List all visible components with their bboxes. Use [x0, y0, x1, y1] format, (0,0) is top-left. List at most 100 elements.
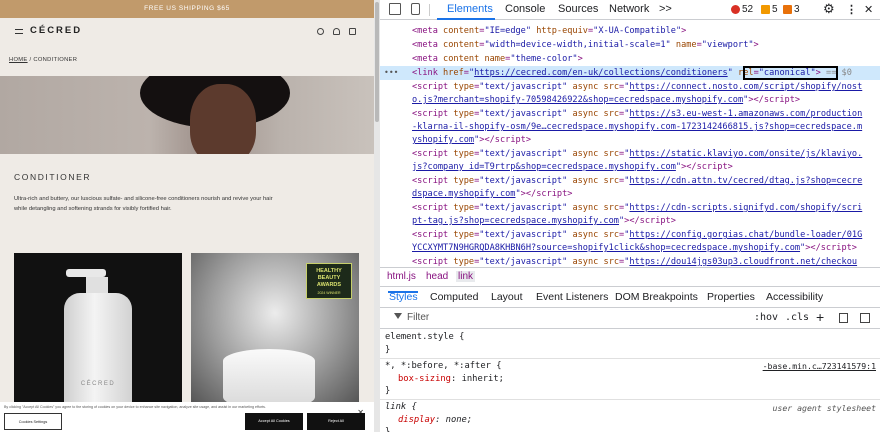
styles-pane[interactable]: element.style { } *, *:before, *:after {… — [380, 330, 880, 432]
collection-description: Ultra-rich and buttery, our luscious sul… — [14, 196, 273, 212]
rule-divider — [380, 399, 880, 400]
devtools-tabbar: Elements Console Sources Network >> 52 5… — [380, 0, 880, 20]
node-ellipsis-icon[interactable]: ••• — [384, 68, 398, 77]
header-icons — [317, 28, 356, 35]
dom-line[interactable]: YCCXYMT7N9HGRQDA8KHBN6H?source=shopify1c… — [412, 243, 857, 253]
breadcrumb-link[interactable]: link — [456, 271, 476, 282]
warning-badge[interactable]: 5 — [761, 4, 778, 15]
rule-universal-selector[interactable]: *, *:before, *:after { — [385, 361, 502, 371]
annotation-highlight-box — [743, 66, 838, 80]
dom-line[interactable]: <script type="text/javascript" async src… — [412, 203, 862, 213]
dom-line[interactable]: <script type="text/javascript" async src… — [412, 149, 862, 159]
more-tabs-button[interactable]: >> — [659, 3, 672, 15]
tab-computed[interactable]: Computed — [430, 291, 478, 303]
cookie-banner: By clicking "Accept All Cookies" you agr… — [0, 402, 374, 432]
tab-properties[interactable]: Properties — [707, 291, 755, 303]
elements-tree[interactable]: ••• <meta content="IE=edge" http-equiv="… — [380, 21, 880, 267]
dom-line[interactable]: <meta content="width=device-width,initia… — [412, 40, 759, 50]
site-logo[interactable]: CÉCRED — [30, 25, 82, 36]
breadcrumb-html[interactable]: html.js — [387, 271, 416, 282]
issues-icon — [783, 5, 792, 14]
dom-line[interactable]: <meta content name="theme-color"> — [412, 54, 583, 64]
hero-image — [0, 76, 374, 154]
site-header: CÉCRED — [0, 22, 374, 42]
close-devtools-icon[interactable]: ✕ — [864, 3, 873, 16]
breadcrumb-current: CONDITIONER — [33, 57, 78, 63]
product-card-image-2[interactable]: HEALTHY BEAUTY AWARDS 2024 WINNER — [191, 253, 359, 403]
rule-close: } — [385, 427, 391, 432]
cart-icon[interactable] — [349, 28, 356, 35]
user-agent-label: user agent stylesheet — [772, 403, 876, 413]
breadcrumb-head[interactable]: head — [426, 271, 448, 282]
warning-count: 5 — [772, 4, 778, 15]
award-line-1: HEALTHY — [316, 268, 342, 274]
cls-toggle[interactable]: .cls — [785, 312, 809, 323]
issues-badge[interactable]: 3 — [783, 4, 800, 15]
scrollbar-thumb[interactable] — [375, 2, 379, 122]
dom-line[interactable]: -klarna-il-shopify-osm/9e…cecredspace.my… — [412, 122, 862, 132]
warning-icon — [761, 5, 770, 14]
settings-gear-icon[interactable]: ⚙ — [823, 1, 835, 17]
dom-line[interactable]: pt-tag.js?shop=cecredspace.myshopify.com… — [412, 216, 676, 226]
error-badge[interactable]: 52 — [731, 4, 753, 15]
declaration-property: display — [398, 415, 436, 425]
tab-network[interactable]: Network — [609, 3, 649, 15]
dom-line[interactable]: <script type="text/javascript" async src… — [412, 82, 862, 92]
website-preview: FREE US SHIPPING $65 CÉCRED HOME / CONDI… — [0, 0, 374, 432]
rule-declaration: display: none; — [398, 415, 473, 425]
devtools-panel: Elements Console Sources Network >> 52 5… — [380, 0, 880, 432]
search-icon[interactable] — [317, 28, 324, 35]
tab-console[interactable]: Console — [505, 3, 545, 15]
hov-toggle[interactable]: :hov — [754, 312, 778, 323]
tabbar-divider — [429, 4, 430, 16]
new-rule-icon[interactable]: + — [816, 309, 824, 325]
active-subtab-indicator — [388, 291, 418, 293]
award-year: 2024 WINNER — [317, 291, 341, 295]
reject-cookies-button[interactable]: Reject All — [307, 413, 365, 430]
rule-declaration[interactable]: box-sizing: inherit; — [398, 374, 504, 384]
product-card-image-1[interactable]: CÉCRED — [14, 253, 182, 403]
dom-line[interactable]: o.js?merchant=shopify-70598426922&shop=c… — [412, 95, 800, 105]
accept-cookies-button[interactable]: Accept All Cookies — [245, 413, 303, 430]
dom-line[interactable]: <script type="text/javascript" async src… — [412, 230, 862, 240]
jar-shape — [223, 349, 315, 403]
filter-input[interactable]: Filter — [407, 312, 429, 323]
rule-source-link[interactable]: -base.min.c…723141579:1 — [763, 361, 876, 371]
rule-element-style[interactable]: element.style { — [385, 332, 464, 342]
tab-sources[interactable]: Sources — [558, 3, 598, 15]
menu-icon[interactable] — [15, 29, 23, 34]
rule-close: } — [385, 386, 391, 396]
tab-accessibility[interactable]: Accessibility — [766, 291, 823, 303]
rule-link-selector[interactable]: link { — [385, 402, 417, 412]
cookie-text: By clicking "Accept All Cookies" you agr… — [4, 405, 266, 409]
cookies-settings-button[interactable]: Cookies Settings — [4, 413, 62, 430]
dom-line[interactable]: <script type="text/javascript" async src… — [412, 109, 862, 119]
award-line-2: BEAUTY — [317, 275, 341, 281]
paint-format-icon[interactable] — [839, 313, 848, 323]
dom-line[interactable]: <script type="text/javascript" async src… — [412, 257, 857, 267]
dom-line[interactable]: yshopify.com"></script> — [412, 135, 531, 145]
tab-event-listeners[interactable]: Event Listeners — [536, 291, 608, 303]
issues-count: 3 — [794, 4, 800, 15]
breadcrumb-home-link[interactable]: HOME — [9, 57, 28, 63]
bottle-brand-label: CÉCRED — [80, 381, 116, 387]
tab-dom-breakpoints[interactable]: DOM Breakpoints — [615, 291, 698, 303]
promo-banner: FREE US SHIPPING $65 — [0, 0, 374, 18]
styles-filter-bar: Filter :hov .cls + — [380, 309, 880, 329]
device-toolbar-icon[interactable] — [411, 3, 420, 15]
dom-line[interactable]: <script type="text/javascript" async src… — [412, 176, 862, 186]
tab-layout[interactable]: Layout — [491, 291, 523, 303]
dom-line[interactable]: js?company_id=T9rtrp&shop=cecredspace.my… — [412, 162, 733, 172]
tab-elements[interactable]: Elements — [447, 3, 493, 15]
dom-line[interactable]: dspace.myshopify.com"></script> — [412, 189, 572, 199]
dom-line[interactable]: <meta content="IE=edge" http-equiv="X-UA… — [412, 26, 686, 36]
filter-icon — [394, 313, 402, 319]
award-line-3: AWARDS — [316, 282, 342, 288]
rule-divider — [380, 358, 880, 359]
toggle-sidebar-icon[interactable] — [860, 313, 870, 323]
error-count: 52 — [742, 4, 754, 15]
account-icon[interactable] — [333, 28, 340, 35]
inspect-element-icon[interactable] — [389, 3, 401, 15]
error-icon — [731, 5, 740, 14]
more-options-icon[interactable]: ⋮ — [846, 3, 857, 16]
